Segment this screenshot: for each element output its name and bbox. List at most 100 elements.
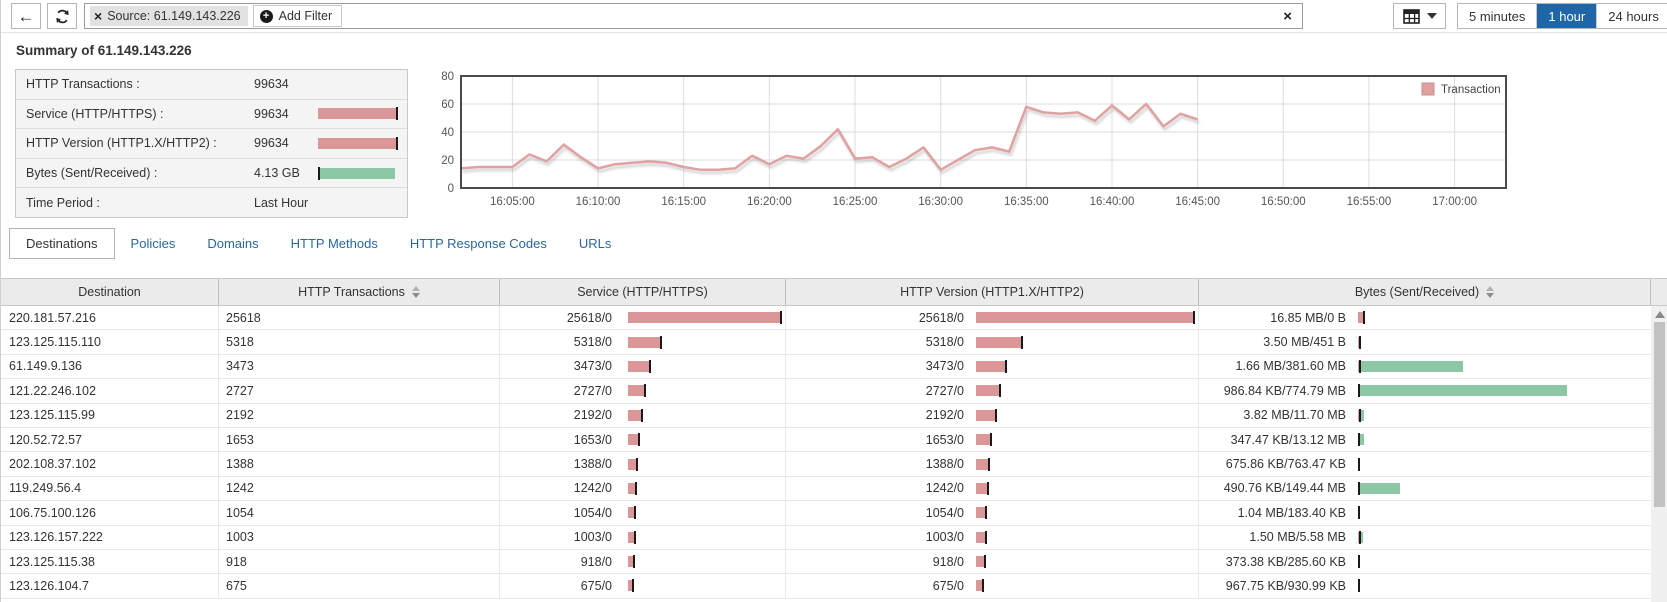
- cell-bar: [976, 457, 990, 471]
- service-value: 1242/0: [573, 481, 612, 496]
- table-row[interactable]: 61.149.9.136 3473 3473/0 3473/0 1.66 MB/381.…: [1, 354, 1651, 380]
- cell-service: 1054/0: [500, 501, 786, 525]
- column-header-label: HTTP Transactions: [298, 285, 405, 299]
- filter-chip-label: Source: 61.149.143.226: [107, 9, 241, 23]
- tab-http-methods[interactable]: HTTP Methods: [275, 228, 394, 259]
- summary-row-service-http-https: Service (HTTP/HTTPS) : 99634: [16, 100, 407, 130]
- column-header-bytes-sent-received[interactable]: Bytes (Sent/Received): [1199, 279, 1651, 305]
- cell-bar: [976, 359, 1008, 373]
- summary-row-http-version-http1-x-http2: HTTP Version (HTTP1.X/HTTP2) : 99634: [16, 129, 407, 159]
- table-row[interactable]: 123.126.157.222 1003 1003/0 1003/0 1.50 MB/5…: [1, 525, 1651, 550]
- tab-destinations[interactable]: Destinations: [9, 228, 115, 259]
- x-axis-tick-label: 17:00:00: [1432, 196, 1477, 208]
- cell-service: 675/0: [500, 574, 786, 598]
- time-button-1-hour[interactable]: 1 hour: [1537, 4, 1598, 28]
- cell-bytes: 373.38 KB/285.60 KB: [1199, 550, 1651, 573]
- cell-bytes: 1.66 MB/381.60 MB: [1199, 355, 1651, 378]
- column-header-label: Destination: [78, 285, 141, 299]
- column-header-service-http-https[interactable]: Service (HTTP/HTTPS): [500, 279, 786, 305]
- bar-divider-tick: [983, 555, 986, 569]
- table-row[interactable]: 123.126.104.7 675 675/0 675/0 967.75 KB/930.…: [1, 574, 1651, 599]
- table-row[interactable]: 119.249.56.4 1242 1242/0 1242/0 490.76 KB/14…: [1, 476, 1651, 502]
- header-scrollbar-spacer: [1651, 279, 1667, 305]
- bytes-received-bar: [1360, 385, 1567, 397]
- table-row[interactable]: 123.125.115.99 2192 2192/0 2192/0 3.82 MB/11…: [1, 403, 1651, 428]
- column-header-destination[interactable]: Destination: [1, 279, 219, 305]
- bytes-value: 1.66 MB/381.60 MB: [1235, 359, 1346, 374]
- bytes-value: 986.84 KB/774.79 MB: [1223, 383, 1346, 398]
- bar-divider-tick: [636, 457, 639, 471]
- green-bar: [320, 167, 395, 179]
- tab-policies[interactable]: Policies: [115, 228, 192, 259]
- table-row[interactable]: 220.181.57.216 25618 25618/0 25618/0 16.85 M…: [1, 306, 1651, 331]
- table-row[interactable]: 120.52.72.57 1653 1653/0 1653/0 347.47 KB/13…: [1, 427, 1651, 453]
- http-version-value: 3473/0: [925, 359, 964, 374]
- cell-bar: [976, 384, 1002, 398]
- summary-row-http-transactions: HTTP Transactions : 99634: [16, 70, 407, 100]
- cell-bar: [628, 530, 636, 544]
- table-row[interactable]: 202.108.37.102 1388 1388/0 1388/0 675.86 KB/…: [1, 452, 1651, 477]
- cell-transactions: 25618: [219, 306, 500, 330]
- cell-bar: [628, 579, 634, 593]
- pink-bar: [318, 108, 396, 120]
- summary-row-bytes-sent-received: Bytes (Sent/Received) : 4.13 GB: [16, 159, 407, 189]
- cell-destination: 119.249.56.4: [1, 476, 219, 501]
- service-value: 2192/0: [573, 408, 612, 423]
- time-button-5-minutes[interactable]: 5 minutes: [1458, 4, 1538, 28]
- view-mode-dropdown[interactable]: [1393, 3, 1446, 29]
- cell-service: 918/0: [500, 549, 786, 574]
- cell-service: 2727/0: [500, 379, 786, 403]
- service-value: 5318/0: [573, 335, 612, 350]
- sort-icon[interactable]: [1486, 286, 1495, 298]
- cell-bar: [628, 384, 647, 398]
- remove-filter-icon[interactable]: ×: [94, 9, 102, 23]
- service-value: 1653/0: [573, 432, 612, 447]
- bytes-value: 675.86 KB/763.47 KB: [1225, 457, 1346, 472]
- http1x-bar: [976, 531, 985, 543]
- bytes-value: 3.82 MB/11.70 MB: [1243, 408, 1346, 423]
- bytes-value: 1.50 MB/5.58 MB: [1249, 530, 1346, 545]
- time-button-24-hours[interactable]: 24 hours: [1597, 4, 1667, 28]
- chart-svg: 0 20 40 60 80 16:05:00 16:10:00 16:15:00 16:20:0…: [441, 71, 1507, 208]
- http-version-value: 25618/0: [918, 310, 964, 325]
- x-axis-tick-label: 16:20:00: [747, 196, 792, 208]
- column-header-http-version-http1-x-http2[interactable]: HTTP Version (HTTP1.X/HTTP2): [786, 279, 1199, 305]
- bar-divider-tick: [986, 481, 989, 495]
- clear-filters-icon[interactable]: ×: [1277, 9, 1298, 24]
- summary-row-value: 99634: [254, 106, 289, 121]
- cell-bar: [628, 457, 639, 471]
- bytes-received-bar: [1361, 531, 1363, 543]
- sort-icon[interactable]: [411, 286, 420, 298]
- add-filter-button[interactable]: + Add Filter: [252, 5, 343, 27]
- cell-service: 1003/0: [500, 525, 786, 549]
- bar-divider-tick: [396, 107, 398, 121]
- bar-divider-tick: [634, 506, 637, 520]
- scroll-up-icon[interactable]: [1654, 311, 1665, 318]
- table-row[interactable]: 106.75.100.126 1054 1054/0 1054/0 1.04 MB/18…: [1, 501, 1651, 526]
- column-header-http-transactions[interactable]: HTTP Transactions: [219, 279, 500, 305]
- cell-destination: 120.52.72.57: [1, 427, 219, 452]
- refresh-button[interactable]: [47, 3, 77, 29]
- cell-transactions: 3473: [219, 354, 500, 379]
- http1x-bar: [976, 336, 1021, 348]
- y-axis-tick-label: 60: [441, 99, 454, 111]
- table-row[interactable]: 123.125.115.38 918 918/0 918/0 373.38 KB/285…: [1, 549, 1651, 575]
- filter-bar[interactable]: × Source: 61.149.143.226 + Add Filter ×: [84, 3, 1303, 29]
- back-button[interactable]: ←: [11, 3, 41, 29]
- table-view-icon: [1402, 8, 1420, 24]
- vertical-scrollbar[interactable]: [1651, 306, 1667, 602]
- cell-destination: 123.125.115.99: [1, 403, 219, 427]
- bar-divider-tick: [659, 335, 662, 349]
- scrollbar-thumb[interactable]: [1654, 322, 1665, 507]
- cell-bar: [976, 335, 1023, 349]
- tab-domains[interactable]: Domains: [191, 228, 274, 259]
- tab-http-response-codes[interactable]: HTTP Response Codes: [394, 228, 563, 259]
- http-version-value: 1653/0: [925, 432, 964, 447]
- cell-bar: [628, 335, 662, 349]
- bar-divider-tick: [984, 506, 987, 520]
- http-bar: [628, 385, 645, 397]
- tab-urls[interactable]: URLs: [563, 228, 628, 259]
- table-row[interactable]: 121.22.246.102 2727 2727/0 2727/0 986.84 KB/…: [1, 379, 1651, 404]
- table-row[interactable]: 123.125.115.110 5318 5318/0 5318/0 3.50 MB/4…: [1, 330, 1651, 355]
- cell-bar: [1358, 335, 1361, 349]
